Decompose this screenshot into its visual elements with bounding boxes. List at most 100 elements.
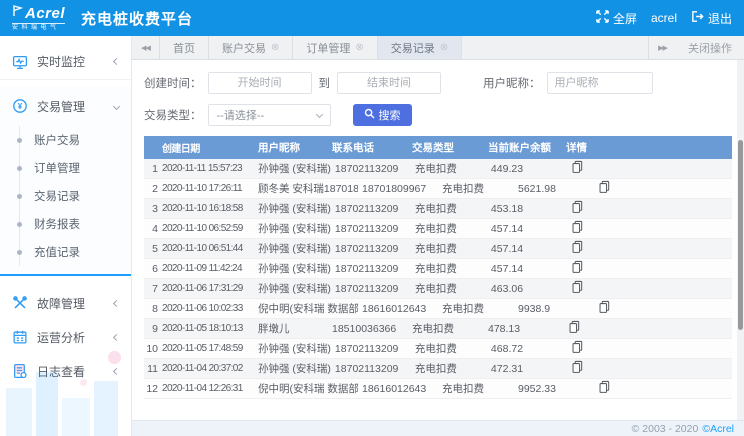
chevron-left-icon [113, 333, 120, 340]
scrollbar-track[interactable] [737, 60, 744, 420]
table-row: 11 2020-11-04 20:37:02 孙钟强 (安科瑞) 1870211… [144, 359, 732, 379]
detail-copy-icon[interactable] [571, 240, 584, 254]
sidebar: 实时监控 ¥ 交易管理 账户交易 订单管理 [0, 36, 132, 436]
logo-subtext: 安科瑞电气 [12, 23, 65, 31]
sidebar-item-fault-mgmt[interactable]: 故障管理 [0, 286, 131, 320]
tabs-scroll-right-button[interactable]: ▶▶ [648, 36, 676, 59]
close-icon[interactable]: ⊗ [355, 43, 363, 53]
detail-copy-icon[interactable] [571, 360, 584, 374]
copyright-text: © 2003 - 2020 [632, 423, 699, 435]
nickname-input[interactable] [547, 72, 653, 94]
table-row: 1 2020-11-11 15:57:23 孙钟强 (安科瑞) 18702113… [144, 159, 732, 179]
sidebar-item-realtime-monitor[interactable]: 实时监控 [0, 44, 131, 80]
cell-phone: 18510036366 [332, 323, 408, 335]
col-type: 交易类型 [412, 140, 484, 155]
sidebar-item-transaction-mgmt[interactable]: ¥ 交易管理 [0, 90, 131, 122]
brand-link[interactable]: ©Acrel [702, 423, 734, 435]
submenu-item-account-transactions[interactable]: 账户交易 [20, 126, 131, 154]
cell-balance: 9952.33 [518, 383, 592, 395]
submenu-item-financial-reports[interactable]: 财务报表 [20, 210, 131, 238]
cell-date: 2020-11-11 15:57:23 [162, 163, 254, 174]
cell-phone: 18702113209 [335, 163, 411, 175]
cell-date: 2020-11-06 10:02:33 [162, 303, 254, 314]
logout-label: 退出 [708, 10, 732, 27]
cell-index: 5 [144, 243, 158, 255]
tab-order-management[interactable]: 订单管理 ⊗ [293, 36, 377, 59]
top-bar: Acrel 安科瑞电气 充电桩收费平台 全屏 acrel 退出 [0, 0, 744, 36]
chevron-down-icon [315, 110, 322, 117]
tab-account-transactions[interactable]: 账户交易 ⊗ [209, 36, 293, 59]
fullscreen-button[interactable]: 全屏 [596, 10, 637, 27]
search-button[interactable]: 搜索 [353, 104, 412, 126]
submenu-item-transaction-records[interactable]: 交易记录 [20, 182, 131, 210]
cell-date: 2020-11-10 06:51:44 [162, 243, 254, 254]
col-phone: 联系电话 [332, 140, 408, 155]
cell-date: 2020-11-04 12:26:31 [162, 383, 254, 394]
detail-copy-icon[interactable] [568, 320, 581, 334]
cell-index: 6 [144, 263, 158, 275]
cell-phone: 18616012643 [362, 303, 438, 315]
page-title: 充电桩收费平台 [81, 8, 193, 29]
close-operations-dropdown[interactable]: 关闭操作 [676, 36, 744, 59]
detail-copy-icon[interactable] [571, 220, 584, 234]
cell-index: 10 [144, 343, 158, 355]
double-right-arrow-icon: ▶▶ [658, 44, 667, 52]
close-icon[interactable]: ⊗ [440, 43, 448, 53]
cell-index: 8 [144, 303, 158, 315]
close-icon[interactable]: ⊗ [271, 43, 279, 53]
cell-phone: 18702113209 [335, 243, 411, 255]
cell-balance: 457.14 [491, 263, 565, 275]
to-label: 到 [319, 75, 331, 91]
cell-index: 12 [144, 383, 158, 395]
cell-nickname: 孙钟强 (安科瑞) [258, 161, 331, 176]
sidebar-item-operation-analysis[interactable]: 运营分析 [0, 320, 131, 354]
cell-type: 充电扣费 [412, 321, 484, 336]
table-row: 5 2020-11-10 06:51:44 孙钟强 (安科瑞) 18702113… [144, 239, 732, 259]
transaction-type-select[interactable]: --请选择-- [208, 104, 331, 126]
detail-copy-icon[interactable] [598, 300, 611, 314]
sidebar-item-label: 故障管理 [37, 295, 114, 312]
cell-type: 充电扣费 [415, 161, 487, 176]
detail-copy-icon[interactable] [571, 340, 584, 354]
select-value: --请选择-- [217, 107, 317, 123]
tab-label: 首页 [173, 40, 195, 56]
content-panel: 创建时间： 到 用户昵称： 交易类型： --请选择-- [132, 60, 744, 420]
submenu-item-order-management[interactable]: 订单管理 [20, 154, 131, 182]
table-row: 6 2020-11-09 11:42:24 孙钟强 (安科瑞) 18702113… [144, 259, 732, 279]
detail-copy-icon[interactable] [571, 260, 584, 274]
cell-nickname: 孙钟强 (安科瑞) [258, 361, 331, 376]
detail-copy-icon[interactable] [598, 180, 611, 194]
detail-copy-icon[interactable] [598, 380, 611, 394]
logout-button[interactable]: 退出 [691, 10, 732, 27]
tab-home[interactable]: 首页 [160, 36, 209, 59]
table-row: 12 2020-11-04 12:26:31 倪中明(安科瑞 数据部)1 186… [144, 379, 732, 399]
cell-date: 2020-11-10 06:52:59 [162, 223, 254, 234]
col-create-date: 创建日期 [162, 140, 254, 155]
submenu-item-recharge-records[interactable]: 充值记录 [20, 238, 131, 266]
end-time-input[interactable] [337, 72, 441, 94]
sidebar-section-transactions: ¥ 交易管理 账户交易 订单管理 交易记录 财务报表 充值记录 [0, 86, 131, 276]
cell-nickname: 倪中明(安科瑞 数据部)1 [258, 381, 358, 396]
col-balance: 当前账户余额 [488, 140, 562, 155]
cell-phone: 18702113209 [335, 283, 411, 295]
sidebar-item-log-viewer[interactable]: 日志查看 [0, 354, 131, 388]
scrollbar-thumb[interactable] [738, 140, 743, 330]
cell-nickname: 孙钟强 (安科瑞) [258, 241, 331, 256]
detail-copy-icon[interactable] [571, 280, 584, 294]
tab-transaction-records[interactable]: 交易记录 ⊗ [378, 36, 462, 59]
transaction-type-label: 交易类型： [144, 107, 202, 123]
detail-copy-icon[interactable] [571, 200, 584, 214]
cell-balance: 472.31 [491, 363, 565, 375]
sidebar-item-label: 日志查看 [37, 363, 114, 380]
cell-nickname: 孙钟强 (安科瑞) [258, 281, 331, 296]
detail-copy-icon[interactable] [571, 160, 584, 174]
start-time-input[interactable] [208, 72, 312, 94]
cell-date: 2020-11-06 17:31:29 [162, 283, 254, 294]
tab-bar: ◀◀ 首页 账户交易 ⊗ 订单管理 ⊗ 交易记录 ⊗ ▶▶ [132, 36, 744, 60]
logo-text: Acrel [25, 6, 65, 21]
username[interactable]: acrel [651, 11, 677, 25]
footer: © 2003 - 2020 ©Acrel [132, 420, 744, 436]
tabs-scroll-left-button[interactable]: ◀◀ [132, 36, 160, 59]
cell-balance: 478.13 [488, 323, 562, 335]
col-detail: 详情 [566, 140, 728, 155]
